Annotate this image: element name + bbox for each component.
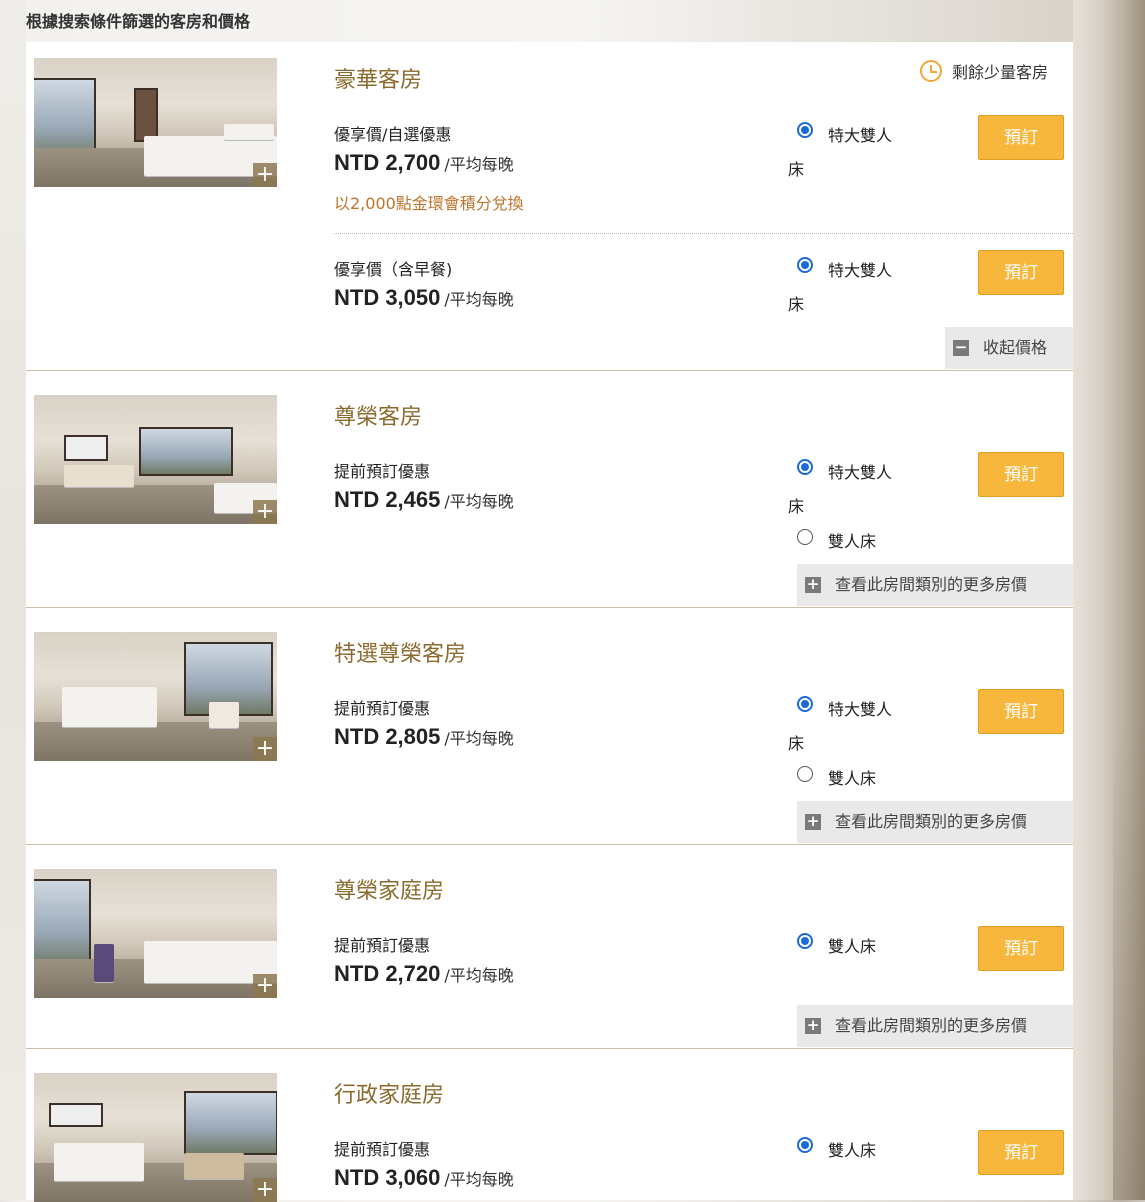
rate-name: 提前預訂優惠	[334, 699, 431, 718]
minus-icon: −	[953, 338, 969, 356]
more-rates-button[interactable]: + 查看此房間類別的更多房價	[797, 801, 1073, 843]
room-name: 豪華客房	[334, 68, 423, 93]
room-card: + 特選尊榮客房 提前預訂優惠 NTD 2,805/平均每晚 特大雙人 床 雙人…	[26, 608, 1073, 845]
room-list: + 豪華客房 剩餘少量客房 優享價/自選優惠 NTD 2,700/平均每晚 以2…	[26, 42, 1073, 1202]
expand-photo-icon[interactable]: +	[253, 1178, 277, 1202]
page-heading: 根據搜索條件篩選的客房和價格	[26, 14, 251, 31]
rate-name: 提前預訂優惠	[334, 936, 431, 955]
room-card: + 尊榮客房 提前預訂優惠 NTD 2,465/平均每晚 特大雙人 床 雙人床 …	[26, 371, 1073, 608]
rate-divider	[334, 233, 1073, 234]
points-redemption-link[interactable]: 以2,000點金環會積分兌換	[334, 190, 524, 214]
bed-radio[interactable]	[797, 933, 813, 949]
room-card: + 行政家庭房 提前預訂優惠 NTD 3,060/平均每晚 雙人床 預訂	[26, 1049, 1073, 1202]
background-right	[1073, 0, 1145, 1200]
bed-radio[interactable]	[797, 696, 813, 712]
bed-label: 雙人床	[828, 769, 877, 788]
bed-label: 雙人床	[828, 937, 877, 956]
bed-radio[interactable]	[797, 766, 813, 782]
more-rates-button[interactable]: + 查看此房間類別的更多房價	[797, 1005, 1073, 1047]
bed-label: 雙人床	[828, 532, 877, 551]
rate-name: 優享價（含早餐)	[334, 260, 453, 279]
room-photo[interactable]: +	[34, 395, 277, 524]
bed-label-wrap: 床	[788, 295, 805, 314]
room-card: + 豪華客房 剩餘少量客房 優享價/自選優惠 NTD 2,700/平均每晚 以2…	[26, 42, 1073, 371]
room-name: 行政家庭房	[334, 1083, 445, 1108]
expand-photo-icon[interactable]: +	[253, 163, 277, 187]
room-card: + 尊榮家庭房 提前預訂優惠 NTD 2,720/平均每晚 雙人床 預訂 + 查…	[26, 845, 1073, 1049]
rate-name: 優享價/自選優惠	[334, 125, 452, 144]
bed-label-wrap: 床	[788, 160, 805, 179]
bed-radio[interactable]	[797, 122, 813, 138]
expand-photo-icon[interactable]: +	[253, 500, 277, 524]
bed-radio[interactable]	[797, 1137, 813, 1153]
bed-radio[interactable]	[797, 529, 813, 545]
bed-label-wrap: 床	[788, 497, 805, 516]
room-name: 特選尊榮客房	[334, 642, 467, 667]
rate-name: 提前預訂優惠	[334, 1140, 431, 1159]
expand-photo-icon[interactable]: +	[253, 974, 277, 998]
plus-icon: +	[805, 812, 821, 830]
book-button[interactable]: 預訂	[978, 689, 1064, 734]
bed-radio[interactable]	[797, 459, 813, 475]
bed-label: 特大雙人	[828, 261, 893, 280]
bed-label: 特大雙人	[828, 463, 893, 482]
book-button[interactable]: 預訂	[978, 926, 1064, 971]
plus-icon: +	[805, 575, 821, 593]
expand-photo-icon[interactable]: +	[253, 737, 277, 761]
bed-radio[interactable]	[797, 257, 813, 273]
bed-label: 特大雙人	[828, 700, 893, 719]
rate-name: 提前預訂優惠	[334, 462, 431, 481]
rate-price: NTD 3,050/平均每晚	[334, 285, 514, 310]
rate-price: NTD 3,060/平均每晚	[334, 1165, 514, 1190]
bed-label-wrap: 床	[788, 734, 805, 753]
book-button[interactable]: 預訂	[978, 250, 1064, 295]
bed-label: 特大雙人	[828, 126, 893, 145]
room-name: 尊榮家庭房	[334, 879, 445, 904]
room-photo[interactable]: +	[34, 58, 277, 187]
plus-icon: +	[805, 1016, 821, 1034]
room-photo[interactable]: +	[34, 869, 277, 998]
room-photo[interactable]: +	[34, 1073, 277, 1202]
rate-price: NTD 2,805/平均每晚	[334, 724, 514, 749]
book-button[interactable]: 預訂	[978, 115, 1064, 160]
book-button[interactable]: 預訂	[978, 1130, 1064, 1175]
rate-price: NTD 2,700/平均每晚	[334, 150, 514, 175]
rate-price: NTD 2,720/平均每晚	[334, 961, 514, 986]
more-rates-button[interactable]: + 查看此房間類別的更多房價	[797, 564, 1073, 606]
availability-note: 剩餘少量客房	[952, 63, 1049, 82]
clock-icon	[920, 60, 942, 82]
room-photo[interactable]: +	[34, 632, 277, 761]
bed-label: 雙人床	[828, 1141, 877, 1160]
room-name: 尊榮客房	[334, 405, 423, 430]
rate-price: NTD 2,465/平均每晚	[334, 487, 514, 512]
background-left	[0, 0, 26, 1200]
book-button[interactable]: 預訂	[978, 452, 1064, 497]
collapse-rates-button[interactable]: − 收起價格	[945, 327, 1073, 369]
